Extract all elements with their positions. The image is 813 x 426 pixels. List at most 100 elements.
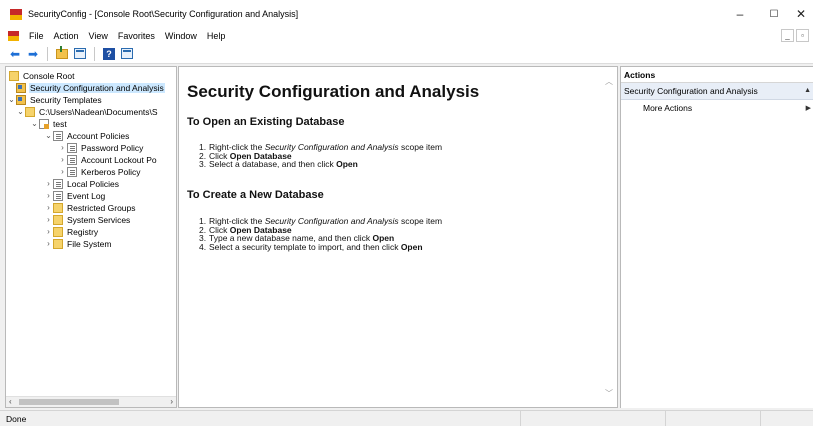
chevron-down-icon[interactable]: ⌄ — [16, 107, 25, 116]
tree-item-kerberos-policy[interactable]: › Kerberos Policy — [58, 166, 142, 177]
mdi-restore-button[interactable]: ▫ — [796, 29, 809, 42]
tree-item-label: Console Root — [23, 70, 75, 81]
template-icon — [39, 118, 49, 129]
up-folder-icon — [56, 45, 68, 59]
action-label: More Actions — [643, 102, 693, 113]
tree-item-label: Security Configuration and Analysis — [29, 82, 165, 93]
console-tree[interactable]: Console Root Security Configuration and … — [5, 66, 177, 408]
chevron-down-icon[interactable]: ⌄ — [30, 119, 39, 128]
folder-icon — [9, 70, 19, 81]
policy-icon — [67, 142, 77, 153]
tree-item-file-system[interactable]: › File System — [44, 238, 112, 249]
forward-button[interactable]: ➡ — [26, 47, 40, 61]
minimize-button[interactable]: – — [722, 0, 758, 28]
menu-action[interactable]: Action — [49, 31, 84, 41]
actions-pane: Actions Security Configuration and Analy… — [620, 66, 813, 408]
app-icon — [10, 8, 22, 20]
tree-item-local-policies[interactable]: › Local Policies — [44, 178, 120, 189]
content-vertical-scrollbar[interactable]: ︿ ﹀ — [603, 67, 617, 407]
menu-window[interactable]: Window — [160, 31, 202, 41]
tree-item-account-policies[interactable]: ⌄ Account Policies — [44, 130, 130, 141]
mdi-minimize-button[interactable]: _ — [781, 29, 794, 42]
help-button[interactable]: ? — [102, 47, 116, 61]
step-number: 3. — [199, 159, 207, 170]
steps-create-database: 1. Right-click the Security Configuration… — [199, 217, 442, 251]
help-icon: ? — [103, 47, 115, 60]
tree-item-system-services[interactable]: › System Services — [44, 214, 131, 225]
step-text: Open — [400, 241, 423, 252]
tree-item-security-templates[interactable]: ⌄ Security Templates — [7, 94, 103, 105]
system-menu-icon[interactable] — [8, 31, 19, 41]
window-title: SecurityConfig - [Console Root\Security … — [28, 9, 299, 19]
policy-icon — [67, 166, 77, 177]
mmc-window: SecurityConfig - [Console Root\Security … — [0, 0, 813, 426]
tree-item-test[interactable]: ⌄ test — [30, 118, 68, 129]
chevron-down-icon[interactable]: ⌄ — [44, 131, 53, 140]
tree-item-label: Local Policies — [67, 178, 119, 189]
menu-help[interactable]: Help — [202, 31, 231, 41]
policy-icon — [53, 130, 63, 141]
policy-icon — [53, 178, 63, 189]
tree-item-label: C:\Users\Nadean\Documents\S — [39, 106, 158, 117]
properties-button[interactable] — [120, 47, 134, 61]
step-number: 4. — [199, 241, 207, 252]
collapse-icon[interactable]: ▲ — [804, 87, 811, 94]
actions-section-label: Security Configuration and Analysis — [624, 86, 758, 96]
tree-horizontal-scrollbar[interactable]: ‹ › — [6, 396, 176, 407]
actions-section-security-configuration[interactable]: Security Configuration and Analysis ▲ — [621, 83, 813, 100]
maximize-button[interactable]: ☐ — [756, 0, 792, 28]
tree-item-registry[interactable]: › Registry — [44, 226, 99, 237]
policy-icon — [53, 190, 63, 201]
chevron-right-icon[interactable]: › — [44, 203, 53, 212]
show-hide-tree-icon — [74, 48, 86, 59]
tree-item-account-lockout-policy[interactable]: › Account Lockout Po — [58, 154, 158, 165]
chevron-right-icon[interactable]: › — [44, 191, 53, 200]
tree-item-label: File System — [67, 238, 112, 249]
security-templates-icon — [16, 94, 26, 105]
close-button[interactable]: ✕ — [789, 0, 813, 28]
toolbar-separator — [47, 46, 48, 61]
tree-item-event-log[interactable]: › Event Log — [44, 190, 106, 201]
chevron-down-icon[interactable]: ⌄ — [7, 95, 16, 104]
menu-favorites[interactable]: Favorites — [113, 31, 160, 41]
back-icon: ⬅ — [9, 46, 21, 61]
tree-item-password-policy[interactable]: › Password Policy — [58, 142, 144, 153]
content-pane: Security Configuration and Analysis To O… — [178, 66, 618, 408]
menu-file[interactable]: File — [24, 31, 49, 41]
scroll-right-icon[interactable]: › — [170, 397, 173, 406]
menu-bar: File Action View Favorites Window Help — [0, 28, 813, 44]
tree-item-documents-folder[interactable]: ⌄ C:\Users\Nadean\Documents\S — [16, 106, 159, 117]
chevron-right-icon[interactable]: › — [44, 179, 53, 188]
policy-icon — [67, 154, 77, 165]
back-button[interactable]: ⬅ — [8, 47, 22, 61]
status-bar: Done — [0, 410, 813, 426]
tree-item-label: Registry — [67, 226, 99, 237]
scroll-left-icon[interactable]: ‹ — [9, 397, 12, 406]
tree-item-label: test — [53, 118, 67, 129]
chevron-right-icon[interactable]: › — [44, 215, 53, 224]
chevron-right-icon[interactable]: › — [58, 143, 67, 152]
scroll-up-icon[interactable]: ︿ — [605, 76, 613, 87]
step-text: Open — [336, 159, 358, 170]
action-more-actions[interactable]: More Actions ▶ — [621, 100, 813, 115]
page-title: Security Configuration and Analysis — [187, 82, 480, 101]
chevron-right-icon[interactable]: › — [58, 155, 67, 164]
title-bar: SecurityConfig - [Console Root\Security … — [0, 0, 813, 28]
tree-item-label: Restricted Groups — [67, 202, 136, 213]
tree-item-console-root[interactable]: Console Root — [9, 70, 76, 81]
folder-icon — [53, 202, 63, 213]
chevron-right-icon[interactable]: › — [44, 239, 53, 248]
tree-item-label: System Services — [67, 214, 131, 225]
chevron-right-icon[interactable]: › — [58, 167, 67, 176]
scroll-down-icon[interactable]: ﹀ — [605, 388, 613, 399]
scrollbar-thumb[interactable] — [19, 399, 119, 405]
chevron-right-icon[interactable]: › — [44, 227, 53, 236]
status-text: Done — [6, 413, 27, 424]
up-one-level-button[interactable] — [55, 45, 69, 61]
mdi-controls: _ ▫ — [781, 29, 809, 42]
tree-item-restricted-groups[interactable]: › Restricted Groups — [44, 202, 137, 213]
folder-icon — [53, 226, 63, 237]
tree-item-security-configuration-and-analysis[interactable]: Security Configuration and Analysis — [16, 82, 165, 93]
show-hide-tree-button[interactable] — [73, 47, 87, 61]
menu-view[interactable]: View — [84, 31, 113, 41]
